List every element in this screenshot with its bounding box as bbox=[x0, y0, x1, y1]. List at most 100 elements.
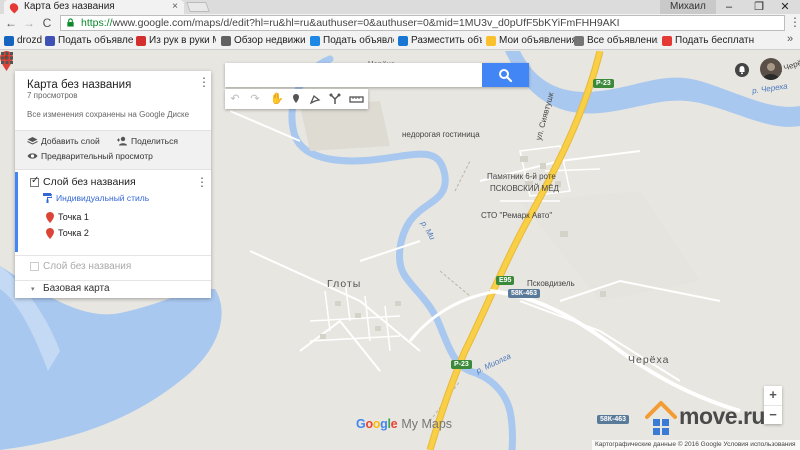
browser-menu-icon[interactable]: ⋮ bbox=[789, 15, 800, 29]
layer-card-active: Слой без названия ⋮ Индивидуальный стиль… bbox=[15, 172, 211, 252]
share-button[interactable]: Поделиться bbox=[117, 136, 178, 146]
layer-visibility-checkbox[interactable] bbox=[30, 175, 39, 187]
style-label: Индивидуальный стиль bbox=[56, 193, 150, 203]
layer-visibility-checkbox[interactable] bbox=[30, 262, 39, 271]
layer-options-icon[interactable]: ⋮ bbox=[196, 175, 208, 189]
individual-style-link[interactable]: Индивидуальный стиль bbox=[43, 193, 149, 203]
url-text: www.google.com/maps/d/edit?hl=ru&hl=ru&a… bbox=[112, 17, 620, 29]
map-tools-bar: ↶ ↷ ✋ bbox=[225, 89, 368, 109]
bookmark-item[interactable]: Разместить объ bbox=[396, 34, 482, 48]
reload-button[interactable]: C bbox=[40, 15, 54, 31]
bookmark-label: Подать объявлен bbox=[323, 35, 394, 46]
preview-label: Предварительный просмотр bbox=[41, 151, 153, 161]
map-label-hotel: недорогая гостиница bbox=[402, 130, 480, 139]
url-scheme: https:// bbox=[81, 17, 113, 29]
bookmark-label: Подать объявлени bbox=[58, 35, 133, 46]
minimize-button[interactable]: – bbox=[714, 0, 744, 14]
paint-roller-icon bbox=[43, 193, 52, 203]
bookmark-favicon-icon bbox=[574, 36, 584, 46]
back-button[interactable]: ← bbox=[4, 15, 18, 31]
add-directions-icon[interactable] bbox=[325, 89, 345, 109]
apps-grid-icon[interactable] bbox=[0, 51, 14, 65]
draw-line-icon[interactable] bbox=[305, 89, 325, 109]
map-options-icon[interactable]: ⋮ bbox=[198, 75, 210, 89]
point-label: Точка 1 bbox=[58, 212, 89, 222]
undo-icon[interactable]: ↶ bbox=[225, 89, 245, 109]
bookmark-item[interactable]: drozd bbox=[2, 34, 42, 48]
expand-arrow-icon[interactable]: ▾ bbox=[31, 285, 35, 293]
layers-icon bbox=[27, 137, 38, 145]
bookmark-item[interactable]: Подать объявлен bbox=[308, 34, 394, 48]
map-label-monument: Памятник 6-й роте bbox=[487, 172, 556, 181]
search-button[interactable] bbox=[482, 63, 529, 87]
add-marker-icon[interactable] bbox=[286, 89, 306, 109]
bookmark-item[interactable]: Из рук в руки Ме bbox=[134, 34, 216, 48]
close-window-button[interactable]: ✕ bbox=[770, 0, 800, 14]
redo-icon[interactable]: ↷ bbox=[245, 89, 265, 109]
point-label: Точка 2 bbox=[58, 228, 89, 238]
address-bar[interactable]: https://www.google.com/maps/d/edit?hl=ru… bbox=[60, 15, 785, 31]
share-label: Поделиться bbox=[131, 136, 178, 146]
bookmark-favicon-icon bbox=[398, 36, 408, 46]
road-shield-e95: E95 bbox=[496, 276, 515, 285]
bookmark-favicon-icon bbox=[45, 36, 55, 46]
bookmark-label: Все объявления bbox=[587, 35, 658, 46]
bookmark-item[interactable]: Обзор недвижи bbox=[219, 34, 305, 48]
panel-actions: Добавить слой Поделиться Предварительный… bbox=[15, 130, 211, 170]
layer-name[interactable]: Слой без названия bbox=[43, 261, 131, 272]
map-attribution[interactable]: Картографические данные © 2016 Google Ус… bbox=[592, 440, 800, 450]
views-count: 7 просмотров bbox=[27, 91, 78, 100]
profile-name[interactable]: Михаил bbox=[660, 0, 716, 14]
base-map-section[interactable]: ▾ Базовая карта bbox=[15, 280, 211, 298]
bookmark-item[interactable]: Мои объявления bbox=[484, 34, 574, 48]
bookmark-item[interactable]: Подать объявлени bbox=[43, 34, 133, 48]
hand-pan-icon[interactable]: ✋ bbox=[267, 89, 287, 109]
bookmark-label: Разместить объ bbox=[411, 35, 482, 46]
map-layers-panel: Карта без названия ⋮ 7 просмотров Все из… bbox=[15, 71, 211, 298]
watermark-text: move.ru bbox=[679, 403, 765, 429]
map-label-pskov-med: ПСКОВСКИЙ МЁД bbox=[490, 184, 559, 193]
add-person-icon bbox=[117, 136, 127, 146]
new-tab-button[interactable] bbox=[186, 2, 210, 12]
forward-button[interactable]: → bbox=[22, 15, 36, 31]
tab-title: Карта без названия bbox=[24, 1, 115, 12]
road-shield-r23: Р-23 bbox=[593, 79, 614, 88]
bookmark-label: Из рук в руки Ме bbox=[149, 35, 216, 46]
bookmark-item[interactable]: Подать бесплатн bbox=[660, 34, 784, 48]
bookmark-label: Мои объявления bbox=[499, 35, 574, 46]
map-label-village-chereha: Черёха bbox=[628, 354, 670, 366]
browser-tab[interactable]: Карта без названия × bbox=[4, 0, 184, 14]
maps-favicon-icon bbox=[7, 1, 21, 14]
map-label-pskovdizel: Псковдизель bbox=[527, 279, 575, 288]
notifications-bell-icon[interactable] bbox=[735, 63, 749, 77]
bookmark-favicon-icon bbox=[662, 36, 672, 46]
road-shield-58k463: 58К-463 bbox=[597, 415, 630, 424]
add-layer-button[interactable]: Добавить слой bbox=[27, 136, 100, 146]
map-canvas[interactable]: недорогая гостиница Памятник 6-й роте ПС… bbox=[0, 51, 800, 450]
bookmarks-more-icon[interactable]: » bbox=[787, 33, 793, 45]
layer-name[interactable]: Слой без названия bbox=[43, 176, 136, 188]
add-layer-label: Добавить слой bbox=[41, 136, 100, 146]
google-my-maps-logo: Google My Maps bbox=[356, 417, 452, 431]
bookmark-label: Обзор недвижи bbox=[234, 35, 305, 46]
house-logo-icon bbox=[645, 401, 677, 435]
eye-icon bbox=[27, 153, 38, 159]
browser-titlebar: Карта без названия × Михаил – ❐ ✕ bbox=[0, 0, 800, 14]
lock-icon bbox=[67, 18, 74, 27]
base-map-label: Базовая карта bbox=[43, 283, 110, 294]
tab-close-icon[interactable]: × bbox=[172, 0, 178, 14]
ruler-icon[interactable] bbox=[346, 89, 366, 109]
bookmark-item[interactable]: Все объявления bbox=[572, 34, 658, 48]
map-title[interactable]: Карта без названия bbox=[27, 79, 131, 91]
search-input[interactable] bbox=[225, 63, 481, 87]
layer-point-item[interactable]: Точка 2 bbox=[46, 228, 89, 239]
red-pin-icon bbox=[46, 212, 54, 223]
search-icon bbox=[499, 69, 513, 83]
layer-point-item[interactable]: Точка 1 bbox=[46, 212, 89, 223]
bookmark-favicon-icon bbox=[221, 36, 231, 46]
preview-button[interactable]: Предварительный просмотр bbox=[27, 151, 153, 161]
bookmark-favicon-icon bbox=[310, 36, 320, 46]
account-avatar[interactable] bbox=[760, 58, 782, 80]
bookmarks-bar: drozd Подать объявлени Из рук в руки Ме … bbox=[0, 32, 800, 50]
bookmark-label: drozd bbox=[17, 35, 42, 46]
